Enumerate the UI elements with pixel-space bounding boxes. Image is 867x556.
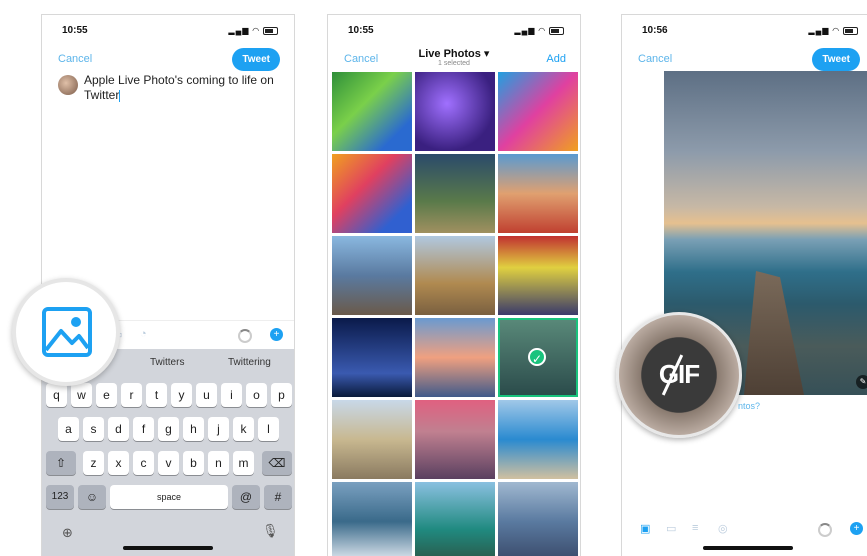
location-icon[interactable]: ◎ xyxy=(718,522,730,535)
key-u[interactable]: u xyxy=(196,383,217,407)
character-count-icon xyxy=(818,523,832,537)
key-v[interactable]: v xyxy=(158,451,179,475)
key-t[interactable]: t xyxy=(146,383,167,407)
photo-thumb[interactable] xyxy=(415,236,495,315)
add-button[interactable]: Add xyxy=(546,53,566,65)
album-title[interactable]: Live Photos ▾ xyxy=(328,47,580,60)
battery-icon xyxy=(263,26,278,35)
key-o[interactable]: o xyxy=(246,383,267,407)
status-time: 10:56 xyxy=(642,25,668,36)
home-indicator xyxy=(123,546,213,550)
key-x[interactable]: x xyxy=(108,451,129,475)
photo-thumb[interactable] xyxy=(415,318,495,397)
edit-icon[interactable]: ✎ xyxy=(856,375,867,389)
at-key[interactable]: @ xyxy=(232,485,260,509)
photo-thumb[interactable] xyxy=(498,72,578,151)
key-a[interactable]: a xyxy=(58,417,79,441)
cancel-button[interactable]: Cancel xyxy=(638,53,672,65)
image-icon[interactable] xyxy=(41,306,93,358)
photo-thumb-selected[interactable]: ✓ xyxy=(498,318,578,397)
numbers-key[interactable]: 123 xyxy=(46,485,74,509)
photo-thumb[interactable] xyxy=(332,72,412,151)
status-bar: 10:55 ▂▄▆ ◠ xyxy=(328,25,580,41)
emoji-key[interactable]: ☺ xyxy=(78,485,106,509)
key-r[interactable]: r xyxy=(121,383,142,407)
poll-icon[interactable]: ≡ xyxy=(692,522,704,534)
key-z[interactable]: z xyxy=(83,451,104,475)
key-n[interactable]: n xyxy=(208,451,229,475)
key-j[interactable]: j xyxy=(208,417,229,441)
status-icons: ▂▄▆ ◠ xyxy=(514,26,564,35)
status-bar: 10:56 ▂▄▆ ◠ xyxy=(622,25,867,41)
photo-thumb[interactable] xyxy=(332,236,412,315)
suggestion-2[interactable]: Twittering xyxy=(228,357,271,368)
key-l[interactable]: l xyxy=(258,417,279,441)
tag-hint[interactable]: ntos? xyxy=(738,401,760,411)
gif-icon[interactable]: ▭ xyxy=(666,522,678,535)
compose-field[interactable]: Apple Live Photo's coming to life on Twi… xyxy=(84,73,284,103)
photo-rock xyxy=(744,271,804,395)
home-indicator xyxy=(703,546,793,550)
space-key[interactable]: space xyxy=(110,485,228,509)
photo-thumb[interactable] xyxy=(415,400,495,479)
key-c[interactable]: c xyxy=(133,451,154,475)
photo-thumb[interactable] xyxy=(332,482,412,556)
photo-thumb[interactable] xyxy=(332,154,412,233)
key-i[interactable]: i xyxy=(221,383,242,407)
selection-count: 1 selected xyxy=(438,60,470,67)
gif-callout: GIF xyxy=(616,312,742,438)
battery-icon xyxy=(843,26,858,35)
status-icons: ▂▄▆ ◠ xyxy=(228,26,278,35)
cancel-button[interactable]: Cancel xyxy=(58,53,92,65)
compose-text: Apple Live Photo's coming to life on Twi… xyxy=(84,73,274,102)
key-f[interactable]: f xyxy=(133,417,154,441)
add-thread-icon[interactable]: + xyxy=(850,522,863,535)
status-icons: ▂▄▆ ◠ xyxy=(808,26,858,35)
key-k[interactable]: k xyxy=(233,417,254,441)
image-icon[interactable]: ▣ xyxy=(640,522,652,535)
key-s[interactable]: s xyxy=(83,417,104,441)
photo-attached-screen: 10:56 ▂▄▆ ◠ Cancel Tweet ✎ ntos? ▣ ▭ ≡ ◎… xyxy=(621,14,867,556)
key-p[interactable]: p xyxy=(271,383,292,407)
avatar xyxy=(58,75,78,95)
photo-thumb[interactable] xyxy=(498,154,578,233)
status-time: 10:55 xyxy=(348,25,374,36)
photo-thumb[interactable] xyxy=(498,482,578,556)
key-y[interactable]: y xyxy=(171,383,192,407)
key-b[interactable]: b xyxy=(183,451,204,475)
photo-thumb[interactable] xyxy=(498,236,578,315)
shift-key[interactable]: ⇧ xyxy=(46,451,76,475)
character-count-icon xyxy=(238,329,252,343)
status-time: 10:55 xyxy=(62,25,88,36)
key-e[interactable]: e xyxy=(96,383,117,407)
microphone-icon[interactable]: 🎙 xyxy=(262,523,279,539)
key-h[interactable]: h xyxy=(183,417,204,441)
key-w[interactable]: w xyxy=(71,383,92,407)
key-q[interactable]: q xyxy=(46,383,67,407)
battery-icon xyxy=(549,26,564,35)
photo-icon-callout xyxy=(12,278,120,386)
tweet-button[interactable]: Tweet xyxy=(812,48,860,71)
suggestion-1[interactable]: Twitters xyxy=(150,357,184,368)
add-thread-icon[interactable]: + xyxy=(270,328,283,341)
poll-icon[interactable]: ◔ xyxy=(140,328,152,340)
key-g[interactable]: g xyxy=(158,417,179,441)
status-bar: 10:55 ▂▄▆ ◠ xyxy=(42,25,294,41)
hash-key[interactable]: # xyxy=(264,485,292,509)
photo-thumb[interactable] xyxy=(332,400,412,479)
live-photos-screen: 10:55 ▂▄▆ ◠ Cancel Live Photos ▾ 1 selec… xyxy=(327,14,581,556)
photo-thumb[interactable] xyxy=(415,72,495,151)
photo-thumb[interactable] xyxy=(415,154,495,233)
key-d[interactable]: d xyxy=(108,417,129,441)
text-cursor xyxy=(119,89,121,102)
photo-thumb[interactable] xyxy=(415,482,495,556)
photo-thumb[interactable] xyxy=(332,318,412,397)
compose-toolbar: ▣ ▭ ≡ ◎ + xyxy=(622,515,867,537)
photo-thumb[interactable] xyxy=(498,400,578,479)
tweet-button[interactable]: Tweet xyxy=(232,48,280,71)
checkmark-icon: ✓ xyxy=(528,348,546,366)
backspace-key[interactable]: ⌫ xyxy=(262,451,292,475)
globe-icon[interactable]: ⊕ xyxy=(62,525,73,541)
key-m[interactable]: m xyxy=(233,451,254,475)
